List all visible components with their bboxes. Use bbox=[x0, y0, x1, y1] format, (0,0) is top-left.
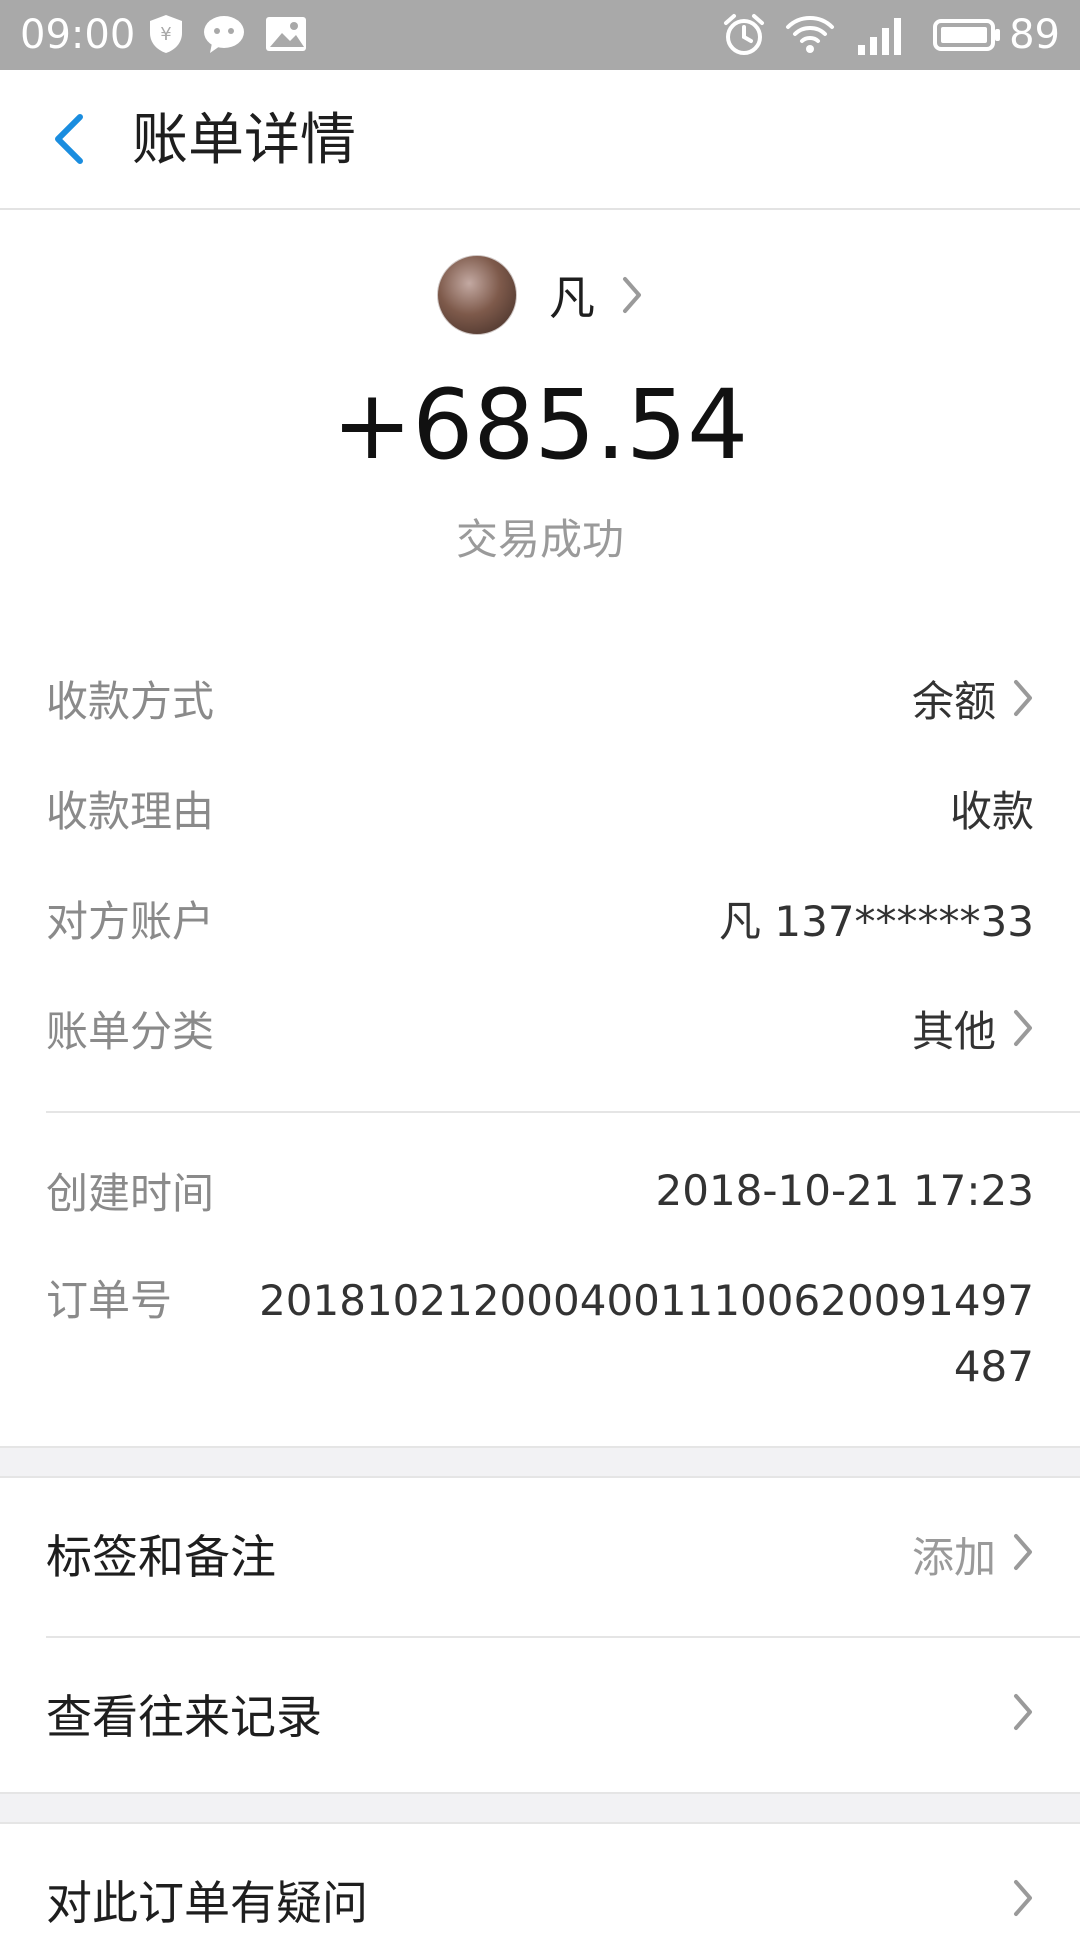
payer-name: 凡 bbox=[549, 271, 595, 325]
row-label: 创建时间 bbox=[46, 1168, 215, 1218]
alarm-icon bbox=[722, 13, 766, 61]
section-separator bbox=[0, 1446, 1080, 1478]
battery-icon bbox=[932, 13, 1002, 61]
divider bbox=[46, 1111, 1080, 1113]
battery-percentage: 89 bbox=[1009, 12, 1060, 58]
chevron-right-icon bbox=[1012, 678, 1034, 718]
row-value: 其他 bbox=[911, 1006, 996, 1056]
detail-row-order-number: 订单号 2018102120004001110062009149748​7 bbox=[46, 1268, 1034, 1400]
image-icon bbox=[264, 13, 308, 59]
detail-row-payment-method[interactable]: 收款方式 余额 bbox=[46, 663, 1034, 733]
tags-and-notes-row[interactable]: 标签和备注 添加 bbox=[46, 1494, 1034, 1614]
shield-yen-icon: ¥ bbox=[148, 13, 184, 59]
detail-row-reason: 收款理由 收款 bbox=[46, 773, 1034, 843]
page-title: 账单详情 bbox=[132, 108, 356, 173]
view-history-row[interactable]: 查看往来记录 bbox=[46, 1654, 1034, 1774]
row-label: 账单分类 bbox=[46, 1006, 215, 1056]
row-value: 余额 bbox=[911, 676, 996, 726]
add-hint: 添加 bbox=[911, 1532, 996, 1582]
order-number-value: 2018102120004001110062009149748​7 bbox=[259, 1276, 1034, 1391]
transaction-amount: +685.54 bbox=[331, 369, 749, 481]
chevron-right-icon bbox=[1012, 1878, 1034, 1922]
divider bbox=[46, 1636, 1080, 1638]
status-time: 09:00 bbox=[20, 12, 136, 58]
action-label: 对此订单有疑问 bbox=[46, 1876, 368, 1930]
action-label: 查看往来记录 bbox=[46, 1690, 322, 1744]
payer-profile-link[interactable]: 凡 bbox=[0, 250, 1080, 340]
app-header: 账单详情 bbox=[0, 70, 1080, 210]
row-label: 收款理由 bbox=[46, 786, 215, 836]
svg-text:¥: ¥ bbox=[160, 24, 171, 45]
row-value: 凡 137******33 bbox=[719, 896, 1034, 946]
back-button[interactable] bbox=[30, 106, 110, 176]
wifi-icon bbox=[784, 13, 836, 61]
row-label: 订单号 bbox=[46, 1276, 173, 1325]
row-label: 收款方式 bbox=[46, 676, 215, 726]
row-label: 对方账户 bbox=[46, 896, 215, 946]
action-label: 标签和备注 bbox=[46, 1530, 276, 1584]
order-question-row[interactable]: 对此订单有疑问 bbox=[46, 1840, 1034, 1960]
chevron-right-icon bbox=[621, 275, 643, 315]
chevron-right-icon bbox=[1012, 1692, 1034, 1736]
chevron-right-icon bbox=[1012, 1532, 1034, 1576]
avatar bbox=[437, 255, 517, 335]
chevron-right-icon bbox=[1012, 1008, 1034, 1048]
status-bar: 09:00 ¥ 89 bbox=[0, 0, 1080, 70]
signal-icon bbox=[856, 13, 906, 61]
detail-row-category[interactable]: 账单分类 其他 bbox=[46, 993, 1034, 1063]
row-value: 收款 bbox=[949, 786, 1034, 836]
detail-row-created-time: 创建时间 2018-10-21 17:23 bbox=[46, 1155, 1034, 1225]
chat-icon bbox=[202, 13, 246, 59]
transaction-status: 交易成功 bbox=[455, 515, 624, 564]
row-value: 2018-10-21 17:23 bbox=[655, 1165, 1034, 1215]
section-separator bbox=[0, 1792, 1080, 1824]
chevron-left-icon bbox=[50, 111, 90, 171]
detail-row-counterparty: 对方账户 凡 137******33 bbox=[46, 883, 1034, 953]
